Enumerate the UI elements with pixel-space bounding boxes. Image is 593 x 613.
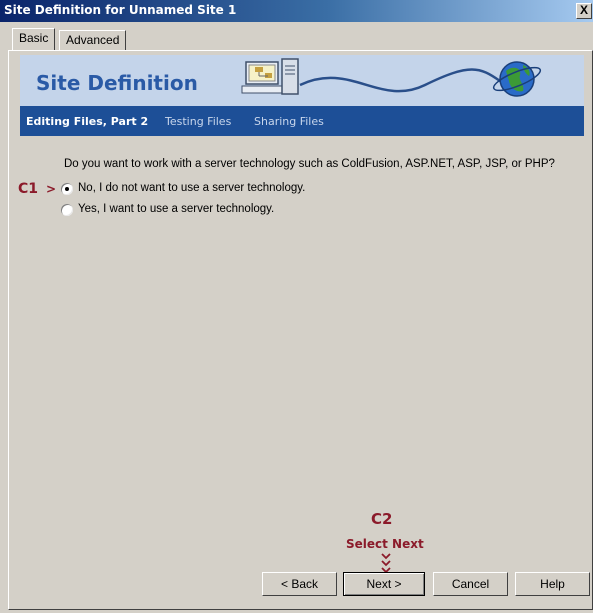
- window-title: Site Definition for Unnamed Site 1: [4, 3, 237, 17]
- callout-c2-instruction: Select Next: [346, 537, 424, 551]
- step-testing-files: Testing Files: [165, 115, 232, 128]
- radio-button-selected[interactable]: [61, 183, 73, 195]
- title-bar: Site Definition for Unnamed Site 1 X: [0, 0, 593, 22]
- callout-c2: C2: [371, 510, 393, 528]
- help-button[interactable]: Help: [515, 572, 590, 596]
- wizard-steps: Editing Files, Part 2 Testing Files Shar…: [20, 106, 584, 136]
- question-text: Do you want to work with a server techno…: [64, 158, 555, 170]
- tab-basic[interactable]: Basic: [12, 28, 56, 51]
- network-illustration-icon: [241, 58, 542, 97]
- banner-title: Site Definition: [36, 71, 198, 95]
- cancel-button[interactable]: Cancel: [433, 572, 508, 596]
- callout-c1: C1: [18, 181, 39, 197]
- step-sharing-files: Sharing Files: [254, 115, 324, 128]
- callout-c1-arrow: >: [46, 182, 57, 196]
- radio-label: Yes, I want to use a server technology.: [78, 203, 275, 215]
- back-button[interactable]: < Back: [262, 572, 337, 596]
- radio-button[interactable]: [61, 204, 73, 216]
- step-editing-files-part-2: Editing Files, Part 2: [26, 115, 149, 128]
- tab-advanced[interactable]: Advanced: [59, 30, 127, 50]
- site-definition-dialog: Site Definition for Unnamed Site 1 X Bas…: [0, 0, 593, 613]
- radio-label: No, I do not want to use a server techno…: [78, 182, 306, 194]
- next-button[interactable]: Next >: [343, 572, 425, 596]
- computer-icon: [241, 58, 299, 95]
- wizard-banner: Site Definition: [20, 55, 584, 106]
- close-button[interactable]: X: [576, 3, 592, 19]
